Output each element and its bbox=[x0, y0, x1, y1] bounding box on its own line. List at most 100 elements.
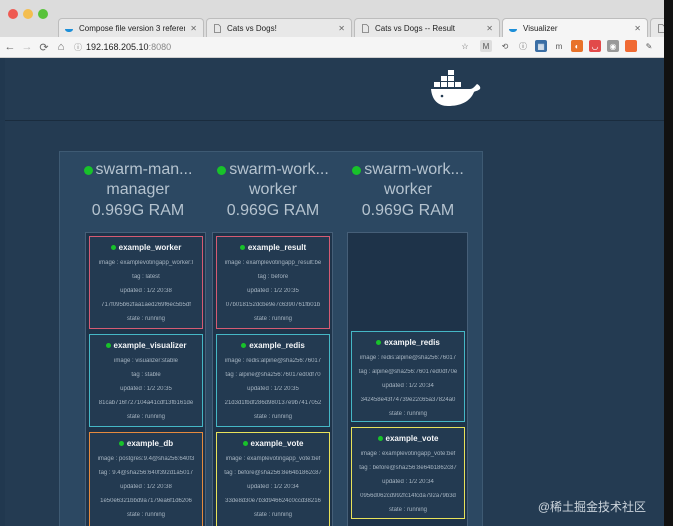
container-image: image : postgres:9.4@sha256:640f3 bbox=[97, 456, 195, 462]
container-tag: tag : before bbox=[257, 274, 289, 280]
container-updated: updated : 1/2 20:34 bbox=[382, 383, 434, 389]
node-status-dot bbox=[83, 165, 93, 175]
container-state: state : running bbox=[253, 316, 293, 322]
minimize-window-button[interactable] bbox=[23, 9, 33, 19]
address-bar[interactable]: ⓘ 192.168.205.10:8080 bbox=[74, 42, 171, 53]
tab-cats-vs-dogs[interactable]: Cats vs Dogs! ✕ bbox=[206, 18, 352, 37]
status-dot bbox=[377, 436, 383, 441]
node-manager: swarm-man... manager 0.969G RAM example_… bbox=[70, 152, 206, 526]
page-icon bbox=[361, 23, 370, 33]
container-state: state : running bbox=[126, 512, 166, 518]
container-tag: tag : before@sha256:8e64b1862c87 bbox=[359, 465, 457, 471]
container-state: state : running bbox=[388, 507, 428, 513]
url-port: :8080 bbox=[148, 42, 172, 52]
container-tag: tag : before@sha256:8e64b1862c87 bbox=[224, 470, 322, 476]
pocket-icon[interactable]: ◡ bbox=[589, 40, 601, 52]
maximize-window-button[interactable] bbox=[38, 9, 48, 19]
close-tab-icon[interactable]: ✕ bbox=[634, 24, 641, 33]
status-dot bbox=[105, 343, 111, 348]
container-image: image : examplevotingapp_result:be bbox=[224, 260, 322, 266]
tab-visualizer[interactable]: Visualizer ✕ bbox=[502, 18, 648, 37]
container-id: 33de8d30e7b3d946624c0ccd38216 bbox=[225, 498, 321, 504]
status-dot bbox=[241, 343, 247, 348]
close-tab-icon[interactable]: ✕ bbox=[338, 24, 345, 33]
square-extension-icon[interactable] bbox=[625, 40, 637, 52]
node-container-column: example_result image : examplevotingapp_… bbox=[212, 232, 333, 526]
reload-icon[interactable]: ⟳ bbox=[37, 40, 51, 54]
page-icon bbox=[657, 23, 664, 33]
close-window-button[interactable] bbox=[8, 9, 18, 19]
node-worker-2: swarm-work... worker 0.969G RAM example_… bbox=[340, 152, 476, 526]
container-state: state : running bbox=[388, 411, 428, 417]
container-tag: tag : alpine@sha256:76017ed0df70 bbox=[225, 372, 321, 378]
container-state: state : running bbox=[126, 414, 166, 420]
gray-extension-icon[interactable]: ◉ bbox=[607, 40, 619, 52]
forward-arrow-icon[interactable]: → bbox=[20, 40, 34, 54]
container-title: example_vote bbox=[352, 434, 464, 443]
md-extension-icon[interactable]: m bbox=[553, 40, 565, 52]
status-dot bbox=[118, 441, 124, 446]
node-role: manager bbox=[106, 181, 170, 198]
node-ram: 0.969G RAM bbox=[361, 202, 455, 219]
container-title: example_redis bbox=[217, 341, 329, 350]
container-tag: tag : alpine@sha256:76017ed0df70e bbox=[358, 369, 458, 375]
container-tag: tag : 9.4@sha256:640f392d1a5017 bbox=[98, 470, 194, 476]
close-tab-icon[interactable]: ✕ bbox=[486, 24, 493, 33]
node-name: swarm-work... bbox=[205, 160, 341, 180]
docker-whale-logo bbox=[431, 70, 481, 106]
container-id: 0956d062cd992fc14fcda792a79b3d bbox=[360, 493, 456, 499]
container-card[interactable]: example_vote image : examplevotingapp_vo… bbox=[216, 432, 330, 526]
container-card[interactable]: example_vote image : examplevotingapp_vo… bbox=[351, 427, 465, 519]
visualizer-app: swarm-man... manager 0.969G RAM example_… bbox=[5, 58, 664, 526]
pen-extension-icon[interactable]: ✎ bbox=[643, 40, 655, 52]
container-id: 07b018152dcbe9e7c6390761fb01b bbox=[225, 302, 321, 308]
container-card[interactable]: example_visualizer image : visualizer:st… bbox=[89, 334, 203, 427]
home-icon[interactable]: ⌂ bbox=[54, 40, 68, 54]
container-image: image : redis:alpine@sha256:76017 bbox=[359, 355, 457, 361]
container-updated: updated : 1/2 20:35 bbox=[120, 386, 172, 392]
tab-label: Compose file version 3 referen bbox=[79, 23, 186, 33]
tab-compose-file[interactable]: Compose file version 3 referen ✕ bbox=[58, 18, 204, 37]
tab-label: Visualizer bbox=[523, 23, 558, 33]
container-name: example_visualizer bbox=[113, 341, 187, 350]
browser-toolbar: ← → ⟳ ⌂ ⓘ 192.168.205.10:8080 ☆ M ⟲ ⓘ ▦ … bbox=[0, 37, 664, 58]
container-updated: updated : 1/2 20:35 bbox=[247, 288, 299, 294]
grid-extension-icon[interactable]: ▦ bbox=[535, 40, 547, 52]
node-status-dot bbox=[217, 165, 227, 175]
orange-extension-icon[interactable]: ◐ bbox=[571, 40, 583, 52]
browser-window: Compose file version 3 referen ✕ Cats vs… bbox=[0, 0, 664, 526]
container-title: example_result bbox=[217, 243, 329, 252]
tab-bar: Compose file version 3 referen ✕ Cats vs… bbox=[0, 0, 664, 37]
node-status-dot bbox=[352, 165, 362, 175]
container-title: example_redis bbox=[352, 338, 464, 347]
container-card[interactable]: example_db image : postgres:9.4@sha256:6… bbox=[89, 432, 203, 526]
container-card[interactable]: example_redis image : redis:alpine@sha25… bbox=[351, 331, 465, 422]
new-tab-button[interactable] bbox=[650, 18, 664, 37]
container-card[interactable]: example_result image : examplevotingapp_… bbox=[216, 236, 330, 329]
container-card[interactable]: example_redis image : redis:alpine@sha25… bbox=[216, 334, 330, 427]
container-title: example_visualizer bbox=[90, 341, 202, 350]
back-arrow-icon[interactable]: ← bbox=[3, 40, 17, 54]
node-ram: 0.969G RAM bbox=[226, 202, 320, 219]
container-image: image : examplevotingapp_vote:bef bbox=[360, 451, 456, 457]
node-container-column: example_redis image : redis:alpine@sha25… bbox=[347, 232, 468, 526]
tab-label: Cats vs Dogs -- Result bbox=[375, 23, 456, 33]
info-extension-icon[interactable]: ⓘ bbox=[517, 40, 529, 52]
container-state: state : running bbox=[253, 512, 293, 518]
container-tag: tag : stable bbox=[131, 372, 161, 378]
container-card[interactable]: example_worker image : examplevotingapp_… bbox=[89, 236, 203, 329]
close-tab-icon[interactable]: ✕ bbox=[190, 24, 197, 33]
container-id: 342458e43f74739e22c65a37824a0 bbox=[360, 397, 456, 403]
docker-icon bbox=[65, 24, 74, 33]
bookmark-star-icon[interactable]: ☆ bbox=[459, 40, 471, 52]
container-updated: updated : 1/2 20:38 bbox=[120, 484, 172, 490]
history-icon[interactable]: ⟲ bbox=[499, 40, 511, 52]
status-dot bbox=[242, 441, 248, 446]
info-icon: ⓘ bbox=[74, 42, 82, 52]
tab-label: Cats vs Dogs! bbox=[227, 23, 277, 33]
gmail-icon[interactable]: M bbox=[480, 40, 492, 52]
container-state: state : running bbox=[126, 316, 166, 322]
container-id: 21d3d1fbdf286d980137e9b7417052 bbox=[224, 400, 322, 406]
tab-cats-vs-dogs-result[interactable]: Cats vs Dogs -- Result ✕ bbox=[354, 18, 500, 37]
container-image: image : redis:alpine@sha256:76017 bbox=[224, 358, 322, 364]
